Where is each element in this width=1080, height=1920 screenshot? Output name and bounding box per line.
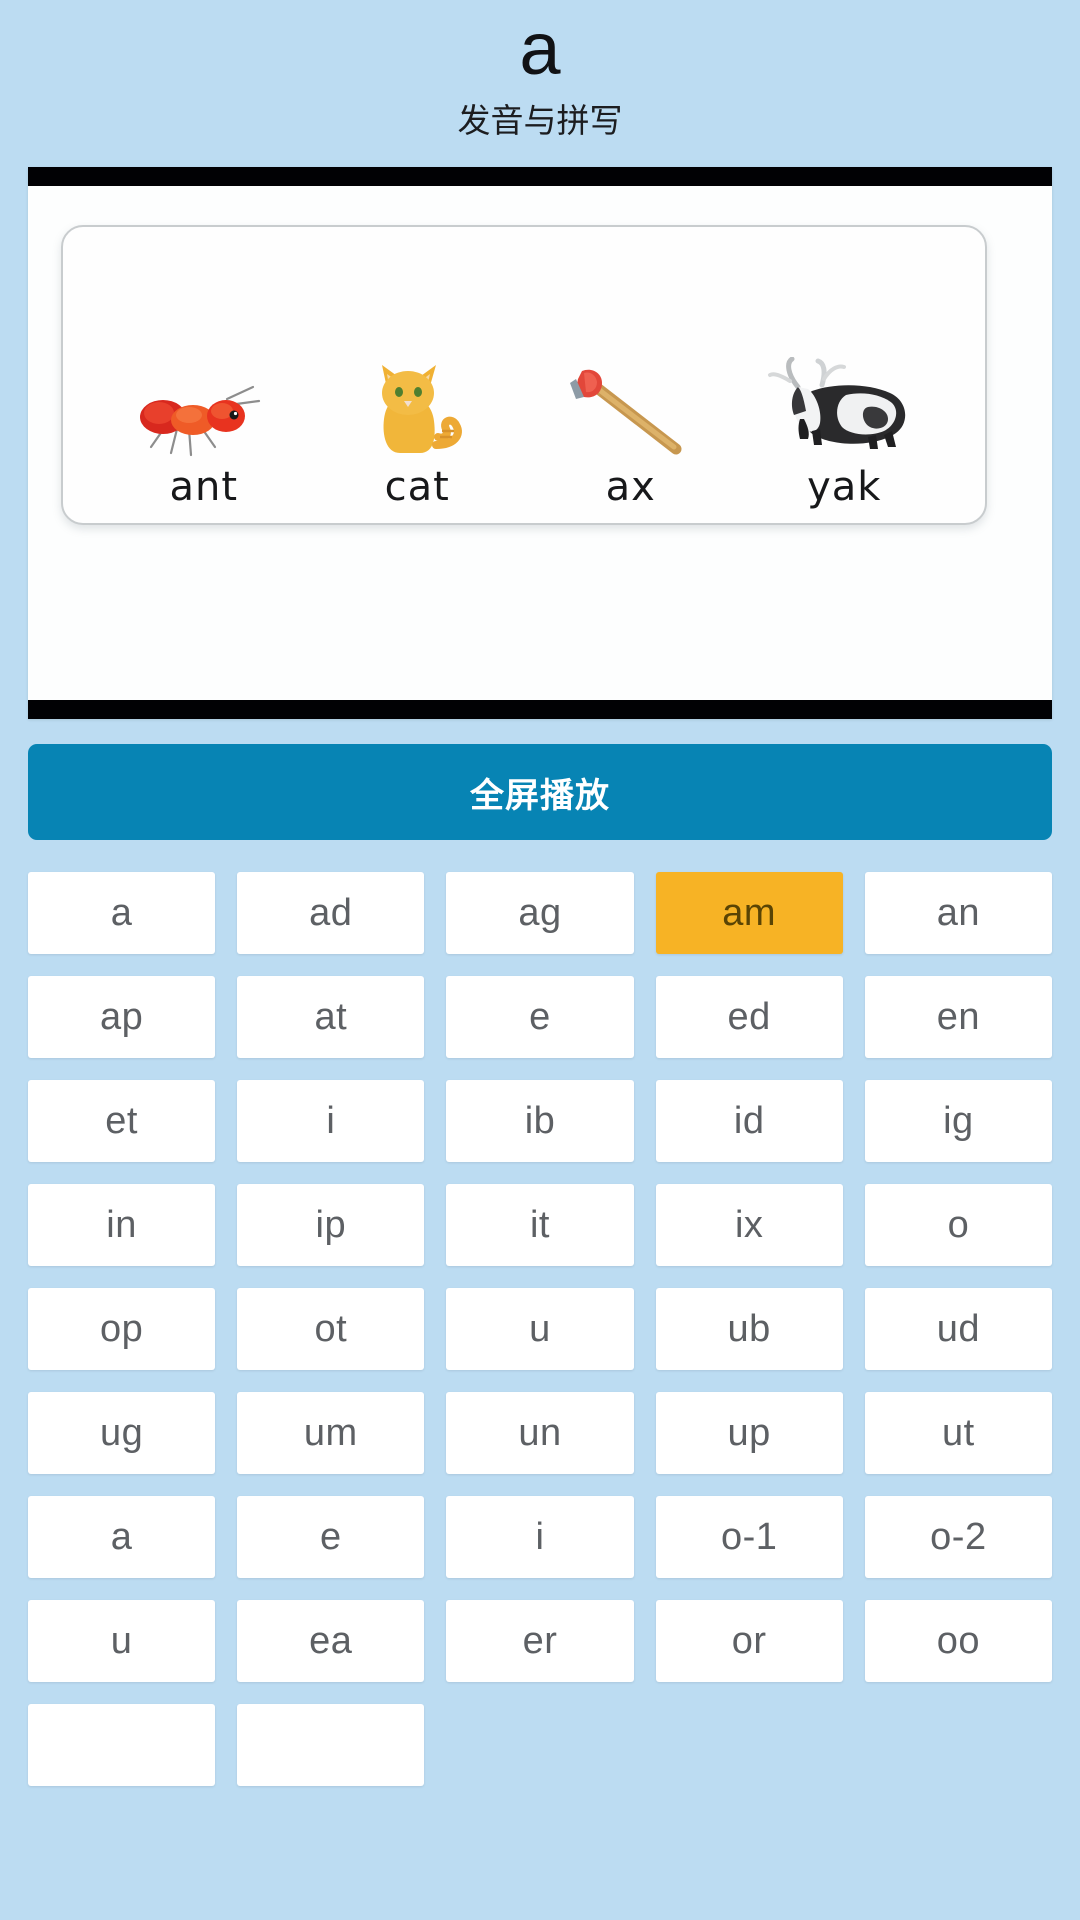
ax-illustration bbox=[541, 357, 721, 461]
word-item-yak: yak bbox=[754, 357, 934, 511]
phonics-tile[interactable]: a bbox=[28, 1496, 216, 1578]
cat-illustration bbox=[327, 357, 507, 461]
ant-illustration bbox=[114, 357, 294, 461]
page-title: a bbox=[519, 7, 561, 90]
video-stage: ant cat ax yak bbox=[28, 186, 1052, 700]
phonics-tile[interactable]: ud bbox=[864, 1288, 1052, 1370]
page-subtitle: 发音与拼写 bbox=[457, 102, 623, 139]
phonics-tile[interactable]: up bbox=[655, 1392, 843, 1474]
phonics-tile-grid: a ad ag am an ap at e ed en et i ib id ig in ip it ix o op ot… bbox=[28, 872, 1052, 1786]
phonics-tile[interactable]: at bbox=[237, 976, 425, 1058]
phonics-tile[interactable]: o-1 bbox=[655, 1496, 843, 1578]
phonics-tile[interactable] bbox=[237, 1704, 425, 1786]
word-item-cat: cat bbox=[327, 357, 507, 511]
phonics-tile[interactable]: er bbox=[446, 1600, 634, 1682]
phonics-tile[interactable]: ug bbox=[28, 1392, 216, 1474]
phonics-tile-selected[interactable]: am bbox=[655, 872, 843, 954]
phonics-illustration-card: ant cat ax yak bbox=[61, 225, 987, 525]
phonics-tile[interactable]: an bbox=[864, 872, 1052, 954]
word-item-ax: ax bbox=[541, 357, 721, 511]
word-row: ant cat ax yak bbox=[63, 357, 985, 511]
phonics-tile[interactable]: ea bbox=[237, 1600, 425, 1682]
phonics-tile[interactable]: in bbox=[28, 1184, 216, 1266]
letterbox-bottom-bar bbox=[28, 700, 1052, 719]
cat-icon bbox=[382, 365, 463, 453]
phonics-tile[interactable]: u bbox=[446, 1288, 634, 1370]
yak-illustration bbox=[754, 357, 934, 461]
phonics-tile[interactable]: ad bbox=[237, 872, 425, 954]
phonics-tile[interactable]: en bbox=[864, 976, 1052, 1058]
letterbox-top-bar bbox=[28, 167, 1052, 186]
word-label: ant bbox=[169, 464, 239, 510]
video-player[interactable]: ant cat ax yak bbox=[28, 167, 1052, 719]
phonics-tile[interactable]: ip bbox=[237, 1184, 425, 1266]
phonics-tile[interactable]: ed bbox=[655, 976, 843, 1058]
phonics-tile[interactable]: ag bbox=[446, 872, 634, 954]
phonics-tile[interactable]: or bbox=[655, 1600, 843, 1682]
phonics-tile[interactable]: e bbox=[446, 976, 634, 1058]
page-header: a 发音与拼写 bbox=[0, 0, 1080, 144]
phonics-tile[interactable]: id bbox=[655, 1080, 843, 1162]
ant-icon bbox=[139, 385, 260, 457]
phonics-tile[interactable]: i bbox=[446, 1496, 634, 1578]
word-label: ax bbox=[605, 464, 656, 510]
phonics-tile[interactable]: op bbox=[28, 1288, 216, 1370]
word-label: cat bbox=[384, 464, 450, 510]
phonics-tile[interactable]: ut bbox=[864, 1392, 1052, 1474]
phonics-tile[interactable]: ig bbox=[864, 1080, 1052, 1162]
ax-icon bbox=[569, 369, 682, 455]
phonics-tile[interactable]: o-2 bbox=[864, 1496, 1052, 1578]
phonics-tile[interactable]: a bbox=[28, 872, 216, 954]
phonics-tile[interactable]: ib bbox=[446, 1080, 634, 1162]
word-label: yak bbox=[807, 464, 882, 510]
phonics-tile[interactable]: u bbox=[28, 1600, 216, 1682]
phonics-tile[interactable]: i bbox=[237, 1080, 425, 1162]
phonics-tile[interactable]: ix bbox=[655, 1184, 843, 1266]
phonics-tile[interactable]: o bbox=[864, 1184, 1052, 1266]
phonics-tile[interactable]: oo bbox=[864, 1600, 1052, 1682]
yak-icon bbox=[768, 357, 906, 449]
phonics-tile[interactable]: ap bbox=[28, 976, 216, 1058]
phonics-tile[interactable]: ot bbox=[237, 1288, 425, 1370]
fullscreen-play-label: 全屏播放 bbox=[470, 776, 610, 815]
fullscreen-play-button[interactable]: 全屏播放 bbox=[28, 744, 1052, 840]
word-item-ant: ant bbox=[114, 357, 294, 511]
phonics-tile[interactable]: ub bbox=[655, 1288, 843, 1370]
phonics-tile[interactable]: it bbox=[446, 1184, 634, 1266]
phonics-tile[interactable]: un bbox=[446, 1392, 634, 1474]
phonics-tile[interactable]: et bbox=[28, 1080, 216, 1162]
phonics-tile[interactable]: um bbox=[237, 1392, 425, 1474]
phonics-tile[interactable]: e bbox=[237, 1496, 425, 1578]
phonics-tile[interactable] bbox=[28, 1704, 216, 1786]
